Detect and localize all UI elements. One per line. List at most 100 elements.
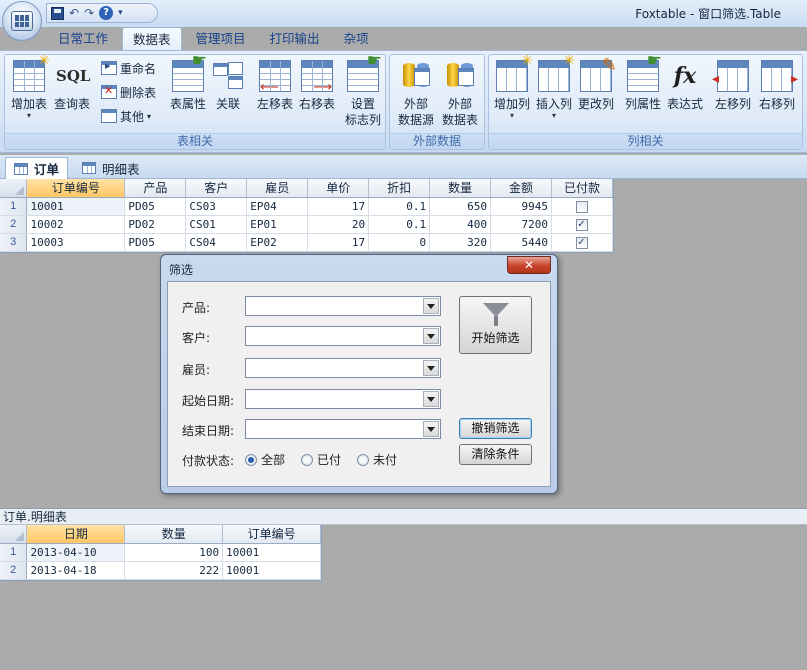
cell-paid[interactable] [551,215,613,234]
start-filter-button[interactable]: 开始筛选 [459,296,532,354]
column-header[interactable]: 数量 [429,179,492,198]
cell-quantity[interactable]: 320 [429,233,492,252]
cell-product[interactable]: PD05 [124,197,187,216]
cell-order-id[interactable]: 10001 [26,197,126,216]
table-row[interactable]: 2 2013-04-18 222 10001 [0,561,321,580]
customize-toolbar-icon[interactable]: ▾ [118,8,123,18]
cell-date[interactable]: 2013-04-18 [26,561,126,580]
cell-employee[interactable]: EP01 [246,215,309,234]
move-column-right-button[interactable]: 右移列 [757,58,798,112]
save-icon[interactable] [51,6,64,20]
tab-daily-work[interactable]: 日常工作 [48,27,118,51]
external-table-button[interactable]: 外部 数据表 [438,58,482,128]
radio-dot[interactable] [301,453,313,466]
change-column-button[interactable]: 更改列 [576,55,617,112]
column-properties-button[interactable]: 列属性 [623,51,663,112]
cell-customer[interactable]: CS04 [185,233,248,252]
cell-quantity[interactable]: 650 [429,197,492,216]
rename-table-button[interactable]: 重命名 [101,57,156,79]
cell-price[interactable]: 17 [307,233,370,252]
cell-amount[interactable]: 7200 [490,215,552,234]
tab-data-table[interactable]: 数据表 [122,27,182,51]
column-header[interactable]: 数量 [124,525,224,544]
row-header[interactable]: 2 [0,215,28,234]
sheet-tab-details[interactable]: 明细表 [74,157,148,179]
employee-combo[interactable] [245,358,441,378]
chevron-down-icon[interactable] [423,391,439,407]
radio-dot[interactable] [357,453,369,466]
chevron-down-icon[interactable] [423,421,439,437]
cell-order-id[interactable]: 10001 [222,543,321,562]
column-header[interactable]: 雇员 [246,179,309,198]
cell-customer[interactable]: CS03 [185,197,248,216]
cell-date[interactable]: 2013-04-10 [26,543,126,562]
customer-combo[interactable] [245,326,441,346]
cell-paid[interactable] [551,197,613,216]
cell-price[interactable]: 17 [307,197,370,216]
orders-grid[interactable]: 订单编号 产品 客户 雇员 单价 折扣 数量 金额 已付款 1 10001 PD… [0,179,614,253]
paid-checkbox[interactable] [576,235,588,249]
move-column-left-button[interactable]: 左移列 [712,58,753,112]
pay-status-all-radio[interactable]: 全部 [245,451,285,468]
radio-dot[interactable] [245,453,257,466]
chevron-down-icon[interactable] [423,328,439,344]
table-row[interactable]: 1 2013-04-10 100 10001 [0,543,321,562]
chevron-down-icon[interactable] [423,298,439,314]
cell-product[interactable]: PD02 [124,215,187,234]
undo-icon[interactable]: ↶ [69,7,79,19]
column-header[interactable]: 金额 [490,179,552,198]
product-combo[interactable] [245,296,441,316]
cell-amount[interactable]: 9945 [490,197,552,216]
cell-order-id[interactable]: 10003 [26,233,126,252]
column-header[interactable]: 已付款 [551,179,613,198]
column-header[interactable]: 折扣 [368,179,431,198]
redo-icon[interactable]: ↷ [84,7,94,19]
cell-quantity[interactable]: 400 [429,215,492,234]
other-button[interactable]: 其他 ▾ [101,105,151,127]
select-all-corner[interactable] [0,179,28,198]
cell-quantity[interactable]: 100 [124,543,224,562]
tab-print-output[interactable]: 打印输出 [260,27,330,51]
table-row[interactable]: 2 10002 PD02 CS01 EP01 20 0.1 400 7200 [0,215,613,234]
end-date-picker[interactable] [245,419,441,439]
application-menu-button[interactable] [2,1,42,41]
flag-column-button[interactable]: 设置 标志列 [343,51,383,128]
expression-button[interactable]: fx 表达式 [665,58,705,112]
column-header[interactable]: 客户 [185,179,248,198]
tab-misc[interactable]: 杂项 [334,27,379,51]
start-date-picker[interactable] [245,389,441,409]
column-header[interactable]: 订单编号 [26,179,126,198]
delete-table-button[interactable]: 删除表 [101,81,156,103]
chevron-down-icon[interactable] [423,360,439,376]
paid-checkbox[interactable] [576,217,588,231]
cell-employee[interactable]: EP04 [246,197,309,216]
cell-order-id[interactable]: 10002 [26,215,126,234]
paid-checkbox[interactable] [576,200,588,213]
sheet-tab-orders[interactable]: 订单 [5,157,69,179]
close-button[interactable]: ✕ [507,256,551,274]
cell-customer[interactable]: CS01 [185,215,248,234]
row-header[interactable]: 1 [0,543,28,562]
relations-button[interactable]: 关联 [210,58,246,112]
table-row[interactable]: 3 10003 PD05 CS04 EP02 17 0 320 5440 [0,233,613,252]
column-header[interactable]: 单价 [307,179,370,198]
select-all-corner[interactable] [0,525,28,544]
cell-quantity[interactable]: 222 [124,561,224,580]
cell-order-id[interactable]: 10001 [222,561,321,580]
column-header[interactable]: 日期 [26,525,126,544]
external-source-button[interactable]: 外部 数据源 [394,58,438,128]
cell-employee[interactable]: EP02 [246,233,309,252]
cell-amount[interactable]: 5440 [490,233,552,252]
pay-status-unpaid-radio[interactable]: 未付 [357,451,397,468]
cell-discount[interactable]: 0.1 [368,215,431,234]
row-header[interactable]: 3 [0,233,28,252]
add-column-button[interactable]: 增加列 ▾ [492,53,533,120]
table-properties-button[interactable]: 表属性 [168,51,208,112]
add-table-button[interactable]: 增加表 ▾ [9,53,50,120]
tab-manage-project[interactable]: 管理项目 [186,27,256,51]
insert-column-button[interactable]: 插入列 ▾ [534,53,575,120]
cell-discount[interactable]: 0 [368,233,431,252]
table-row[interactable]: 1 10001 PD05 CS03 EP04 17 0.1 650 9945 [0,197,613,216]
cell-price[interactable]: 20 [307,215,370,234]
pay-status-paid-radio[interactable]: 已付 [301,451,341,468]
